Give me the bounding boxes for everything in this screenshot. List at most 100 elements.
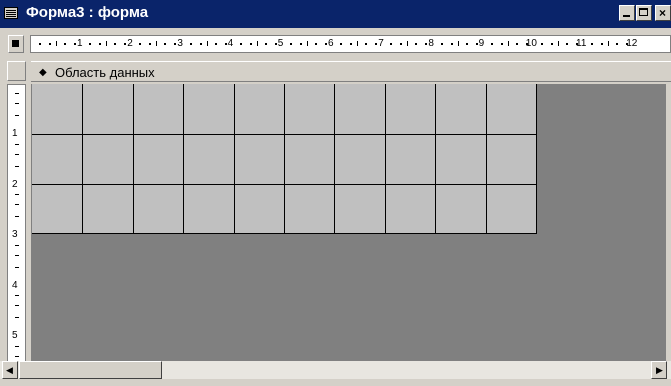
minimize-button[interactable] [619,5,635,21]
ruler-number: 10 [525,38,537,49]
select-form-icon [12,40,19,47]
arrow-right-icon: ▶ [656,365,663,375]
grid-line [32,134,537,135]
ruler-tick [15,194,19,195]
ruler-dot [400,43,403,45]
ruler-tick [507,41,509,46]
ruler-dot [591,43,594,45]
ruler-tick [457,41,459,46]
ruler-tick [15,216,19,217]
grid-line [284,84,285,234]
ruler-dot [199,43,202,45]
form-selector-box[interactable] [8,35,24,53]
ruler-dot [149,43,152,45]
section-header-detail[interactable]: ◆ Область данных [31,61,671,82]
close-icon: × [659,6,667,20]
ruler-tick [106,41,108,46]
ruler-dot [500,43,503,45]
ruler-tick [156,41,158,46]
ruler-number: 2 [12,178,18,190]
ruler-number: 8 [428,38,434,49]
ruler-dot [89,43,92,45]
maximize-icon [639,8,648,16]
vertical-scrollbar[interactable] [666,84,671,361]
ruler-dot [300,43,302,45]
ruler-dot [465,43,468,45]
ruler-dot [490,43,493,45]
ruler-dot [551,43,553,45]
ruler-tick [15,355,19,357]
window-title: Форма3 : форма [26,4,149,21]
horizontal-scrollbar[interactable]: ◀ ▶ [0,361,671,386]
ruler-dot [64,43,66,45]
ruler-number: 12 [626,38,638,49]
grid-line [334,84,336,234]
ruler-tick [608,41,610,46]
title-bar: Форма3 : форма × [0,0,671,28]
grid-line [384,84,386,234]
ruler-dot [616,43,619,45]
grid-line [32,184,537,185]
ruler-number: 1 [12,128,18,139]
ruler-tick [15,295,19,296]
ruler-dot [224,43,227,45]
ruler-dot [74,43,76,45]
maximize-button[interactable] [636,5,652,21]
design-canvas[interactable] [31,84,666,361]
ruler-dot [450,43,453,45]
ruler-number: 1 [77,38,83,49]
ruler-dot [475,43,478,45]
window-bottom-edge [0,379,671,386]
ruler-tick [307,41,308,46]
ruler-dot [375,43,378,45]
ruler-tick [15,244,19,246]
ruler-number: 5 [277,38,284,49]
ruler-tick [558,41,559,46]
ruler-number: 2 [127,38,133,49]
scroll-thumb[interactable] [19,361,162,379]
ruler-dot [274,43,277,45]
ruler-dot [290,43,292,45]
ruler-number: 5 [12,330,18,341]
ruler-number: 4 [12,279,18,291]
ruler-number: 4 [227,38,234,49]
ruler-dot [325,43,327,45]
ruler-dot [264,43,267,45]
ruler-dot [440,43,443,45]
ruler-dot [49,43,51,45]
ruler-dot [601,43,604,45]
ruler-dot [365,43,368,45]
vertical-ruler[interactable]: 1 2 3 4 5 [7,84,26,362]
detail-section-grid[interactable] [32,84,537,234]
section-label: Область данных [55,65,155,80]
ruler-number: 9 [478,38,485,49]
close-button[interactable]: × [655,5,671,21]
ruler-tick [206,41,208,46]
ruler-tick [15,115,19,116]
ruler-dot [164,43,167,45]
ruler-dot [214,43,217,45]
ruler-dot [515,43,518,45]
ruler-dot [124,43,127,45]
horizontal-ruler[interactable]: 1 2 3 4 5 6 7 8 9 10 11 12 [30,35,671,53]
ruler-dot [114,43,117,45]
ruler-dot [390,43,393,45]
ruler-tick [15,204,19,205]
ruler-tick [15,266,19,268]
section-selector[interactable] [7,61,26,81]
ruler-tick [407,41,409,46]
scroll-right-button[interactable]: ▶ [651,361,667,379]
ruler-tick [15,153,19,155]
ruler-dot [415,43,418,45]
scroll-left-button[interactable]: ◀ [2,361,18,379]
ruler-dot [541,43,543,45]
ruler-dot [239,43,242,45]
ruler-tick [56,41,57,46]
form-icon[interactable] [4,7,18,19]
ruler-tick [15,165,19,167]
grid-line [183,84,185,234]
ruler-tick [15,143,19,145]
ruler-dot [340,43,343,45]
grid-line [485,84,487,234]
arrow-left-icon: ◀ [6,365,13,375]
